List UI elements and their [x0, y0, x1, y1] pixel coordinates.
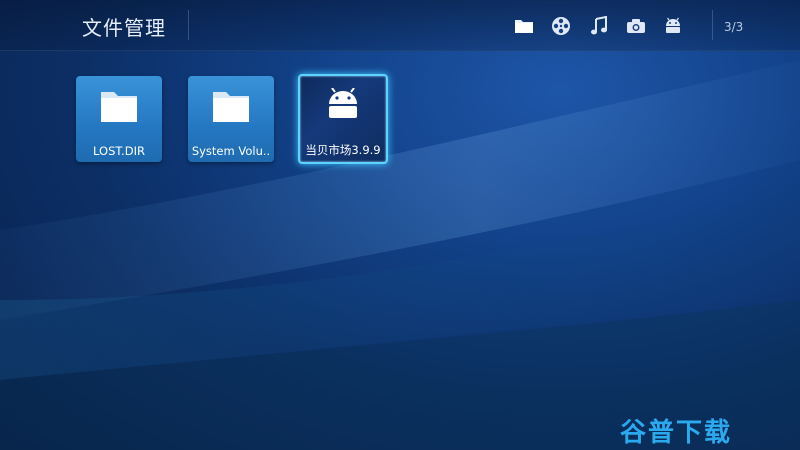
tab-apps[interactable] [661, 14, 685, 38]
folder-tile-system-volume[interactable]: System Volu.. [188, 76, 274, 162]
tab-photos[interactable] [624, 14, 648, 38]
file-manager-screen: 文件管理 3/3 LOST.DIR System Volu.. 当贝市场3.9.… [0, 0, 800, 450]
folder-icon [515, 20, 533, 33]
folder-icon [213, 92, 249, 122]
tab-folders[interactable] [512, 14, 536, 38]
top-bar: 文件管理 3/3 [0, 0, 800, 51]
title-divider [188, 10, 189, 40]
tab-music[interactable] [587, 14, 611, 38]
indicator-divider [712, 10, 713, 40]
apk-tile-dangbei-market[interactable]: 当贝市场3.9.9 [298, 74, 388, 164]
tile-label: System Volu.. [191, 144, 271, 158]
android-icon [666, 17, 680, 33]
folder-icon [101, 92, 137, 122]
music-note-icon [591, 16, 607, 35]
camera-icon [627, 19, 645, 33]
film-reel-icon [552, 17, 570, 35]
folder-tile-lost-dir[interactable]: LOST.DIR [76, 76, 162, 162]
page-indicator: 3/3 [724, 20, 744, 34]
page-title: 文件管理 [82, 16, 166, 40]
tile-label: 当贝市场3.9.9 [305, 143, 381, 157]
tab-videos[interactable] [549, 14, 573, 38]
android-icon [329, 88, 357, 118]
watermark-logo: 谷普下载 [620, 418, 733, 448]
tile-label: LOST.DIR [93, 144, 145, 158]
background-wave [0, 60, 800, 450]
